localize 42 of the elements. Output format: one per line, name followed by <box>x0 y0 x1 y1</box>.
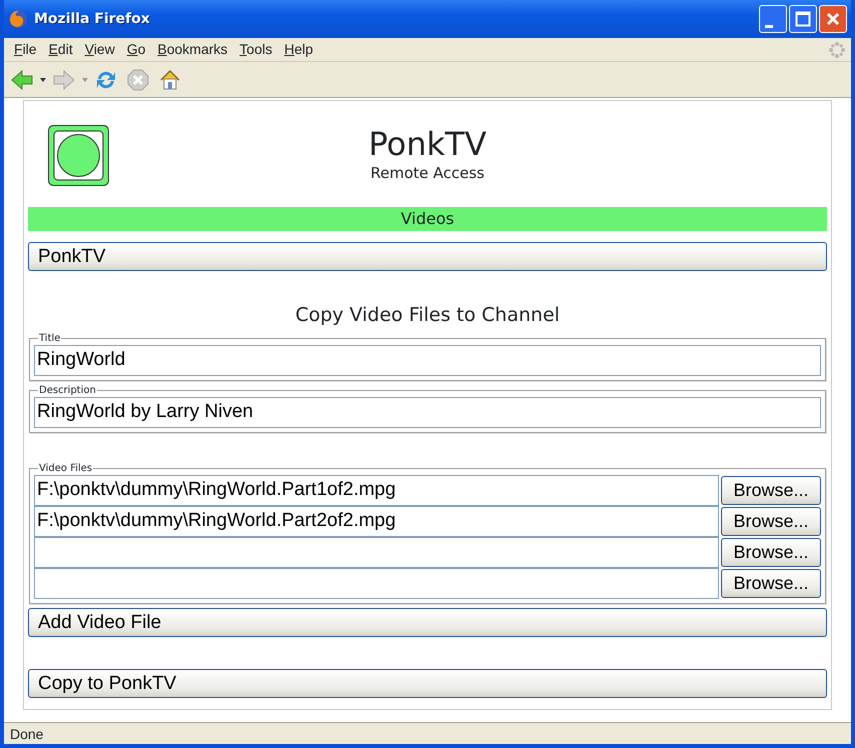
add-video-button[interactable]: Add Video File <box>28 608 827 636</box>
close-icon <box>825 11 841 27</box>
field-legend: Video Files <box>38 462 94 474</box>
input-field[interactable]: RingWorld <box>34 344 821 376</box>
forward-arrow-icon <box>52 68 76 90</box>
file-path-field[interactable]: F:\ponktv\dummy\RingWorld.Part2of2.mpg <box>34 506 719 536</box>
minimize-button[interactable] <box>759 5 787 33</box>
field-legend: Title <box>38 332 62 344</box>
menu-item[interactable]: Help <box>278 39 320 60</box>
back-arrow-icon <box>10 68 34 90</box>
status-text: Done <box>4 722 851 744</box>
file-path-field[interactable] <box>34 536 719 568</box>
copy-button[interactable]: Copy to PonkTV <box>28 668 827 698</box>
field-legend: Description <box>38 384 97 396</box>
home-icon <box>158 68 182 92</box>
menu-item[interactable]: View <box>78 39 121 60</box>
close-button[interactable] <box>819 5 847 33</box>
dropdown-caret-icon[interactable] <box>40 78 46 82</box>
file-path-field[interactable] <box>34 568 719 598</box>
browse-button[interactable]: Browse... <box>721 538 821 566</box>
window-title: Mozilla Firefox <box>34 10 151 28</box>
input-field[interactable]: RingWorld by Larry Niven <box>34 396 821 428</box>
file-path-field[interactable]: F:\ponktv\dummy\RingWorld.Part1of2.mpg <box>34 474 719 506</box>
app-subtitle: Remote Access <box>370 163 484 184</box>
browse-button[interactable]: Browse... <box>721 568 821 598</box>
menu-item[interactable]: Tools <box>234 39 278 60</box>
maximize-icon <box>795 11 811 27</box>
maximize-button[interactable] <box>789 5 817 33</box>
menu-item[interactable]: Go <box>120 39 152 60</box>
browse-button[interactable]: Browse... <box>721 506 821 536</box>
menu-item[interactable]: Edit <box>42 39 79 60</box>
menu-item[interactable]: File <box>8 39 43 60</box>
channel-logo-icon <box>48 125 109 186</box>
minimize-icon <box>765 24 773 28</box>
section-header: Videos <box>28 207 827 231</box>
form-title: Copy Video Files to Channel <box>294 303 561 328</box>
channel-button[interactable]: PonkTV <box>28 242 827 271</box>
app-title: PonkTV <box>368 124 486 162</box>
menu-item[interactable]: Bookmarks <box>152 39 234 60</box>
stop-icon <box>126 68 150 92</box>
browse-button[interactable]: Browse... <box>721 476 821 504</box>
throbber-icon <box>829 42 845 58</box>
